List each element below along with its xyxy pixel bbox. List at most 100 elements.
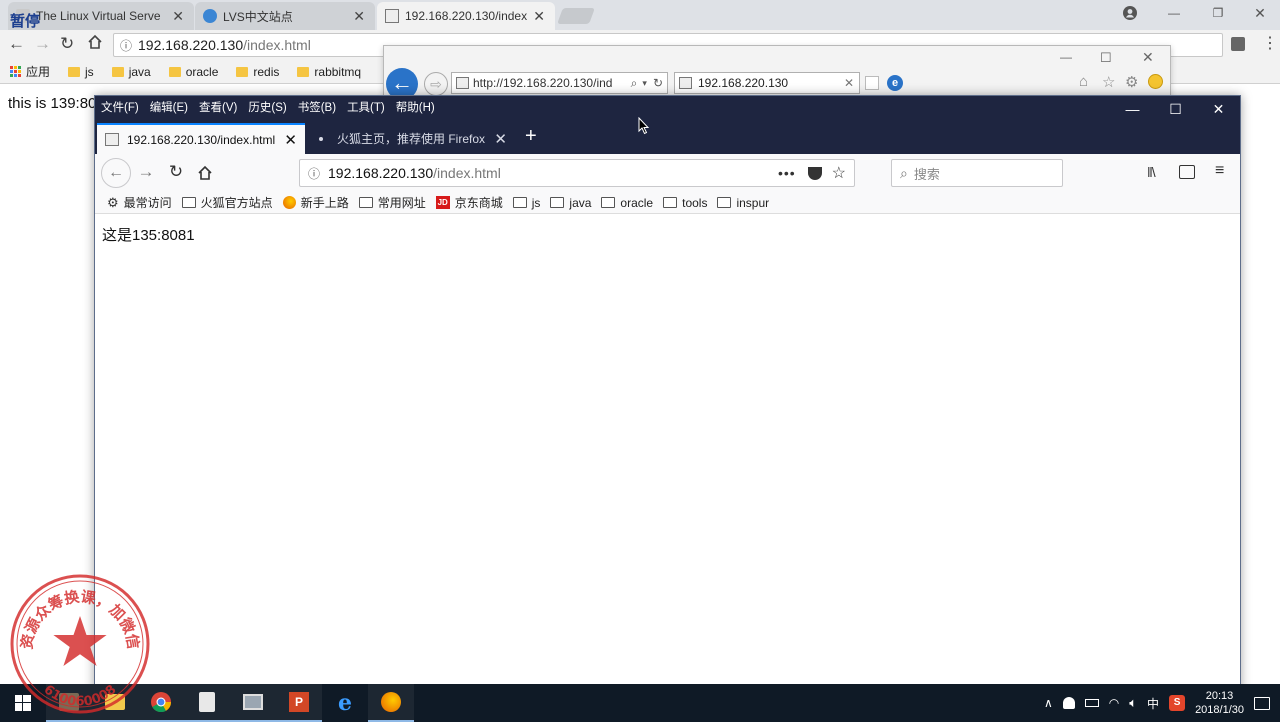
back-icon[interactable]: ← — [101, 158, 131, 188]
dropdown-icon[interactable]: ▾ — [640, 78, 649, 89]
smiley-icon[interactable] — [1148, 74, 1163, 89]
new-tab-button[interactable] — [557, 8, 595, 24]
forward-icon[interactable]: → — [133, 162, 159, 182]
chrome-tab-lvs-cn[interactable]: LVS中文站点 ✕ — [195, 2, 375, 30]
volume-icon[interactable]: 🔈︎ — [1129, 695, 1137, 711]
notifications-icon[interactable] — [1254, 696, 1270, 710]
image-icon — [385, 9, 399, 23]
menu-tools[interactable]: 工具(T) — [347, 99, 385, 115]
close-icon[interactable]: ✕ — [284, 131, 297, 149]
bookmark-firefox-site[interactable]: 火狐官方站点 — [181, 194, 273, 211]
menu-dots-icon[interactable]: ⋮ — [1262, 33, 1278, 53]
security-icon[interactable] — [1062, 697, 1075, 709]
profile-icon[interactable] — [1120, 6, 1140, 23]
taskbar-remote-desktop[interactable] — [230, 684, 276, 722]
taskbar-firefox[interactable] — [368, 684, 414, 722]
firefox-tab-index[interactable]: 192.168.220.130/index.html ✕ — [97, 123, 305, 154]
menu-view[interactable]: 查看(V) — [199, 99, 237, 115]
ie-url: http://192.168.220.130/ind — [473, 76, 613, 90]
close-icon[interactable]: ✕ — [533, 8, 545, 25]
menu-file[interactable]: 文件(F) — [101, 99, 139, 115]
clock-time: 20:13 — [1205, 690, 1234, 702]
bookmark-oracle[interactable]: oracle — [601, 196, 653, 210]
page-actions-icon[interactable]: ••• — [772, 165, 802, 181]
bookmark-oracle[interactable]: oracle — [168, 65, 218, 79]
favorites-star-icon[interactable]: ☆ — [1102, 73, 1115, 91]
bookmark-most-visited[interactable]: ⚙ 最常访问 — [107, 194, 172, 211]
menu-bookmarks[interactable]: 书签(B) — [298, 99, 336, 115]
bookmark-java[interactable]: java — [111, 65, 151, 79]
maximize-icon[interactable]: ☐ — [1100, 50, 1112, 66]
star-icon — [53, 616, 107, 666]
bookmark-star-icon[interactable]: ☆ — [828, 163, 854, 183]
minimize-icon[interactable]: — — [1060, 50, 1072, 64]
bookmark-label: 最常访问 — [123, 196, 172, 210]
bookmark-js[interactable]: js — [512, 196, 540, 210]
sidebar-icon[interactable] — [1179, 165, 1195, 179]
bookmark-label: tools — [682, 195, 708, 210]
ie-address-bar[interactable]: http://192.168.220.130/ind ⌕ ▾ ↻ — [451, 72, 668, 94]
bookmark-tools[interactable]: tools — [663, 196, 707, 210]
taskbar-powerpoint[interactable]: P — [276, 684, 322, 722]
close-window-icon[interactable]: ✕ — [1197, 96, 1240, 122]
firefox-address-bar[interactable]: ⓘ 192.168.220.130 /index.html ••• ☆ — [299, 159, 855, 187]
firefox-tab-home[interactable]: 火狐主页，推荐使用 Firefox 火 ✕ — [307, 123, 515, 154]
apps-shortcut[interactable]: 应用 — [10, 63, 50, 80]
bookmark-rabbitmq[interactable]: rabbitmq — [297, 65, 361, 79]
menu-help[interactable]: 帮助(H) — [396, 99, 435, 115]
ime-indicator[interactable]: 中 — [1147, 695, 1159, 712]
hamburger-menu-icon[interactable]: ≡ — [1215, 162, 1224, 180]
chrome-tab-index[interactable]: 192.168.220.130/index ✕ — [377, 2, 555, 30]
red-seal-stamp: 资源众筹换课，加微信 610060008 — [10, 574, 150, 714]
reload-icon[interactable]: ↻ — [163, 162, 189, 182]
bookmark-java[interactable]: java — [550, 196, 591, 210]
firefox-search-bar[interactable]: ⌕ 搜索 — [891, 159, 1063, 187]
firefox-icon — [381, 692, 401, 712]
forward-icon[interactable]: → — [34, 34, 51, 54]
close-icon[interactable]: ✕ — [494, 130, 507, 148]
new-tab-button[interactable]: + — [525, 125, 537, 148]
ie-tab[interactable]: 192.168.220.130 ✕ — [674, 72, 860, 94]
ie-forward-button[interactable]: ⇨ — [424, 72, 448, 96]
chrome-icon — [151, 692, 171, 712]
taskbar-ie[interactable]: e — [322, 684, 368, 722]
ie-icon: e — [338, 690, 352, 716]
refresh-icon[interactable]: ↻ — [649, 76, 667, 90]
bookmark-jd[interactable]: JD 京东商城 — [435, 194, 503, 211]
menu-history[interactable]: 历史(S) — [248, 99, 286, 115]
clock[interactable]: 20:13 2018/1/30 — [1195, 689, 1244, 717]
close-window-icon[interactable]: ✕ — [1250, 5, 1270, 22]
bookmark-redis[interactable]: redis — [236, 65, 279, 79]
home-icon[interactable] — [87, 34, 103, 53]
extension-icon[interactable] — [1231, 37, 1245, 51]
pocket-icon[interactable] — [807, 166, 822, 180]
library-icon[interactable]: ǁ\ — [1147, 164, 1156, 180]
close-window-icon[interactable]: ✕ — [1142, 49, 1154, 66]
bookmark-getting-started[interactable]: 新手上路 — [282, 194, 349, 211]
bookmark-inspur[interactable]: inspur — [717, 196, 769, 210]
home-icon[interactable] — [197, 165, 213, 184]
sogou-icon[interactable]: S — [1169, 695, 1186, 711]
wifi-icon[interactable]: ◠ — [1109, 696, 1119, 710]
new-tab-icon[interactable] — [865, 76, 879, 90]
reload-icon[interactable]: ↻ — [60, 34, 74, 54]
bookmark-label: redis — [253, 64, 280, 79]
show-hidden-icons-icon[interactable]: ∧ — [1044, 696, 1053, 710]
taskbar-notepad[interactable] — [184, 684, 230, 722]
close-icon[interactable]: ✕ — [353, 8, 365, 25]
minimize-icon[interactable]: — — [1111, 96, 1154, 122]
close-icon[interactable]: ✕ — [172, 8, 184, 25]
bookmark-common-sites[interactable]: 常用网址 — [358, 194, 426, 211]
maximize-icon[interactable]: ☐ — [1154, 96, 1197, 122]
battery-icon[interactable] — [1084, 699, 1099, 707]
search-icon[interactable]: ⌕ — [628, 76, 641, 91]
minimize-icon[interactable]: — — [1164, 6, 1184, 20]
home-icon[interactable]: ⌂ — [1079, 73, 1088, 90]
menu-edit[interactable]: 编辑(E) — [150, 99, 188, 115]
back-icon[interactable]: ← — [8, 34, 25, 54]
gear-icon[interactable]: ⚙ — [1125, 73, 1138, 91]
bookmark-js[interactable]: js — [68, 65, 94, 79]
pause-label[interactable]: 暂停 — [10, 10, 40, 31]
maximize-icon[interactable]: ❐ — [1208, 6, 1228, 20]
close-icon[interactable]: ✕ — [839, 76, 859, 90]
